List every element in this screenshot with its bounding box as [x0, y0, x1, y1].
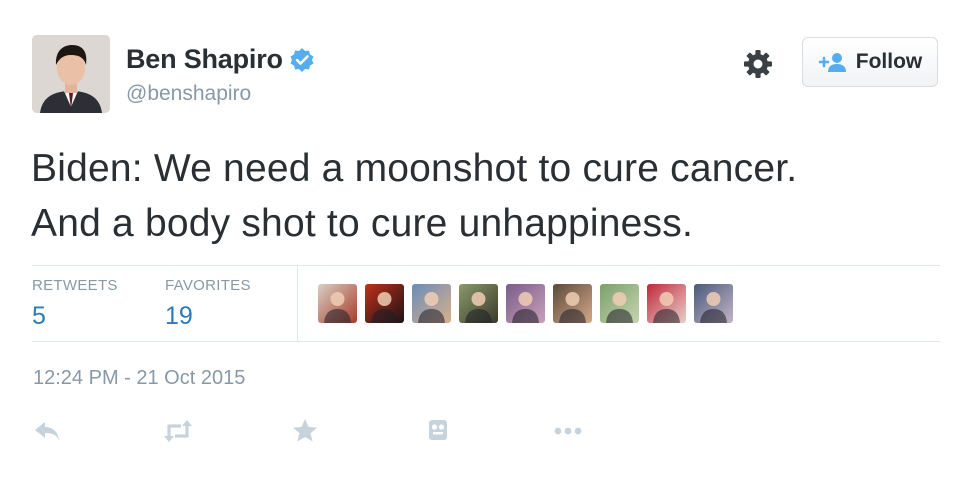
- favoriter-avatar-1[interactable]: [318, 284, 357, 323]
- favoriter-avatar-5[interactable]: [506, 284, 545, 323]
- tweet-text: Biden: We need a moonshot to cure cancer…: [31, 141, 961, 251]
- retweets-count: 5: [32, 302, 46, 330]
- author-handle[interactable]: @benshapiro: [126, 82, 251, 106]
- tweet-line: Biden: We need a moonshot to cure cancer…: [31, 147, 798, 190]
- bookmark-icon[interactable]: [423, 416, 453, 446]
- retweets-stat[interactable]: RETWEETS 5: [32, 277, 118, 331]
- follow-button[interactable]: Follow: [802, 37, 938, 87]
- divider: [32, 265, 940, 266]
- reply-icon[interactable]: [32, 416, 62, 446]
- profile-photo: [32, 35, 110, 113]
- follow-label: Follow: [855, 50, 923, 73]
- favoriter-avatar-3[interactable]: [412, 284, 451, 323]
- tweet-timestamp[interactable]: 12:24 PM - 21 Oct 2015: [33, 367, 245, 390]
- add-user-icon: [818, 53, 846, 72]
- favorite-icon[interactable]: [290, 416, 320, 446]
- favoriter-avatar-8[interactable]: [647, 284, 686, 323]
- author-name[interactable]: Ben Shapiro: [126, 44, 283, 75]
- favorites-stat[interactable]: FAVORITES 19: [165, 277, 251, 331]
- favorites-label: FAVORITES: [165, 277, 251, 294]
- gear-icon[interactable]: [743, 49, 773, 79]
- verified-badge-icon: [290, 47, 314, 72]
- favoriter-avatar-4[interactable]: [459, 284, 498, 323]
- favoriter-avatar-7[interactable]: [600, 284, 639, 323]
- divider: [32, 341, 940, 342]
- favorites-count: 19: [165, 302, 193, 330]
- favoriter-avatar-6[interactable]: [553, 284, 592, 323]
- retweets-label: RETWEETS: [32, 277, 118, 294]
- more-icon[interactable]: [553, 416, 583, 446]
- favoriter-avatar-9[interactable]: [694, 284, 733, 323]
- favoriter-avatar-2[interactable]: [365, 284, 404, 323]
- favoriters-list: [318, 284, 741, 323]
- author-avatar[interactable]: [32, 35, 110, 113]
- tweet-line: And a body shot to cure unhappiness.: [31, 202, 693, 245]
- stats-divider: [297, 266, 298, 342]
- retweet-icon[interactable]: [163, 416, 193, 446]
